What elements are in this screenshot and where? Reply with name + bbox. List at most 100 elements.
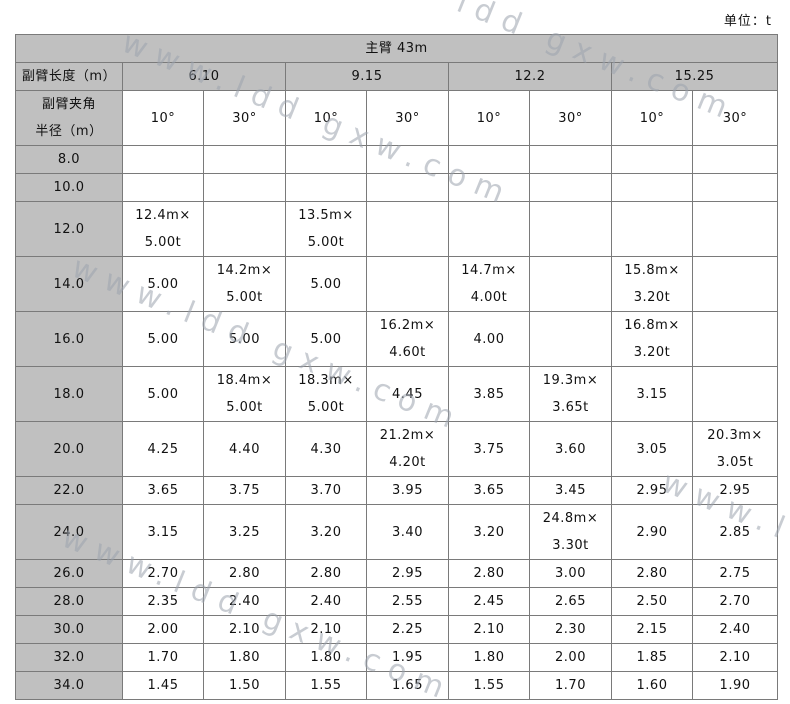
radius-cell: 30.0 bbox=[15, 615, 123, 644]
radius-cell: 20.0 bbox=[15, 421, 123, 477]
load-cell bbox=[122, 173, 204, 202]
load-cell: 2.95 bbox=[691, 476, 779, 505]
load-cell: 20.3m× 3.05t bbox=[691, 421, 779, 477]
load-cell: 1.55 bbox=[448, 671, 530, 700]
load-cell-line: 18.3m× bbox=[298, 373, 354, 388]
load-cell: 3.70 bbox=[285, 476, 367, 505]
load-cell: 15.8m× 3.20t bbox=[611, 256, 693, 312]
load-cell: 2.75 bbox=[691, 559, 779, 588]
radius-cell: 10.0 bbox=[15, 173, 123, 202]
load-cell: 1.95 bbox=[366, 643, 449, 672]
load-cell: 3.75 bbox=[203, 476, 286, 505]
angle-row: 副臂夹角 半径（m） 10° 30° 10° 30° 10° 30° 10° 3… bbox=[15, 90, 779, 146]
load-cell-line: 4.20t bbox=[389, 455, 426, 470]
load-cell: 13.5m× 5.00t bbox=[285, 201, 367, 257]
table-row: 34.0 1.45 1.50 1.55 1.65 1.55 1.70 1.60 1.90 bbox=[15, 671, 779, 700]
load-cell: 4.45 bbox=[366, 366, 449, 422]
load-cell bbox=[529, 145, 612, 174]
load-cell bbox=[691, 366, 779, 422]
load-cell: 19.3m× 3.65t bbox=[529, 366, 612, 422]
load-cell: 4.00 bbox=[448, 311, 530, 367]
load-cell-line: 5.00t bbox=[226, 400, 263, 415]
load-cell: 1.80 bbox=[448, 643, 530, 672]
table-row: 10.0 bbox=[15, 173, 779, 202]
load-cell: 5.00 bbox=[285, 256, 367, 312]
load-cell: 4.40 bbox=[203, 421, 286, 477]
load-cell: 1.55 bbox=[285, 671, 367, 700]
load-cell: 1.70 bbox=[529, 671, 612, 700]
load-cell: 1.65 bbox=[366, 671, 449, 700]
load-chart-table: 主臂 43m 副臂长度（m） 6.10 9.15 12.2 15.25 副臂夹角… bbox=[14, 34, 779, 700]
angle-cell: 30° bbox=[203, 90, 286, 146]
angle-cell: 10° bbox=[448, 90, 530, 146]
load-cell bbox=[203, 145, 286, 174]
radius-cell: 34.0 bbox=[15, 671, 123, 700]
load-cell: 16.2m× 4.60t bbox=[366, 311, 449, 367]
load-cell bbox=[691, 145, 779, 174]
load-cell-line: 4.60t bbox=[389, 345, 426, 360]
load-cell: 21.2m× 4.20t bbox=[366, 421, 449, 477]
radius-cell: 26.0 bbox=[15, 559, 123, 588]
load-cell bbox=[203, 173, 286, 202]
load-cell-line: 5.00t bbox=[226, 290, 263, 305]
table-row: 14.0 5.00 14.2m× 5.00t 5.00 14.7m× 4.00t 15.8m×… bbox=[15, 256, 779, 312]
jib-length-cell: 9.15 bbox=[285, 62, 449, 91]
load-cell bbox=[366, 173, 449, 202]
load-cell bbox=[448, 173, 530, 202]
load-cell-line: 16.8m× bbox=[624, 318, 680, 333]
load-cell bbox=[285, 173, 367, 202]
angle-cell: 10° bbox=[122, 90, 204, 146]
load-cell: 2.65 bbox=[529, 587, 612, 616]
load-cell bbox=[611, 145, 693, 174]
table-row: 22.0 3.65 3.75 3.70 3.95 3.65 3.45 2.95 2.95 bbox=[15, 476, 779, 505]
table-row: 26.0 2.70 2.80 2.80 2.95 2.80 3.00 2.80 2.75 bbox=[15, 559, 779, 588]
table-row: 16.0 5.00 5.00 5.00 16.2m× 4.60t 4.00 16.8m× 3.2… bbox=[15, 311, 779, 367]
load-cell bbox=[448, 145, 530, 174]
load-cell bbox=[529, 256, 612, 312]
load-cell bbox=[691, 173, 779, 202]
load-cell bbox=[203, 201, 286, 257]
load-cell: 3.20 bbox=[448, 504, 530, 560]
load-cell: 18.4m× 5.00t bbox=[203, 366, 286, 422]
load-cell: 2.80 bbox=[285, 559, 367, 588]
angle-radius-label: 副臂夹角 半径（m） bbox=[15, 90, 123, 146]
load-cell: 2.15 bbox=[611, 615, 693, 644]
jib-length-cell: 6.10 bbox=[122, 62, 286, 91]
load-cell bbox=[366, 145, 449, 174]
table-row: 24.0 3.15 3.25 3.20 3.40 3.20 24.8m× 3.30t 2.90 2… bbox=[15, 504, 779, 560]
angle-cell: 10° bbox=[611, 90, 693, 146]
radius-cell: 16.0 bbox=[15, 311, 123, 367]
table-row: 32.0 1.70 1.80 1.80 1.95 1.80 2.00 1.85 2.10 bbox=[15, 643, 779, 672]
load-cell-line: 14.7m× bbox=[461, 263, 517, 278]
load-cell: 2.30 bbox=[529, 615, 612, 644]
angle-label: 副臂夹角 bbox=[41, 97, 96, 112]
load-cell: 18.3m× 5.00t bbox=[285, 366, 367, 422]
load-cell bbox=[285, 145, 367, 174]
load-cell-line: 3.20t bbox=[633, 290, 671, 305]
load-cell bbox=[122, 145, 204, 174]
load-cell bbox=[611, 201, 693, 257]
main-boom-header: 主臂 43m bbox=[14, 34, 779, 63]
jib-length-row: 副臂长度（m） 6.10 9.15 12.2 15.25 bbox=[15, 62, 779, 91]
load-cell: 3.65 bbox=[448, 476, 530, 505]
table-row: 30.0 2.00 2.10 2.10 2.25 2.10 2.30 2.15 2.40 bbox=[15, 615, 779, 644]
load-cell: 2.95 bbox=[611, 476, 693, 505]
load-cell-line: 5.00t bbox=[144, 235, 182, 250]
load-cell: 14.7m× 4.00t bbox=[448, 256, 530, 312]
table-row: 12.0 12.4m× 5.00t 13.5m× 5.00t bbox=[15, 201, 779, 257]
load-cell-line: 14.2m× bbox=[216, 263, 273, 278]
load-cell bbox=[529, 311, 612, 367]
load-cell: 2.35 bbox=[122, 587, 204, 616]
load-cell-line: 20.3m× bbox=[707, 428, 763, 443]
load-cell: 3.20 bbox=[285, 504, 367, 560]
load-cell: 14.2m× 5.00t bbox=[203, 256, 286, 312]
load-cell-line: 3.20t bbox=[633, 345, 671, 360]
load-cell: 3.15 bbox=[122, 504, 204, 560]
radius-cell: 12.0 bbox=[15, 201, 123, 257]
load-cell-line: 15.8m× bbox=[624, 263, 680, 278]
load-cell: 2.80 bbox=[448, 559, 530, 588]
load-cell: 2.10 bbox=[448, 615, 530, 644]
table-body: 主臂 43m 副臂长度（m） 6.10 9.15 12.2 15.25 副臂夹角… bbox=[14, 34, 779, 700]
load-cell bbox=[611, 173, 693, 202]
load-cell-line: 19.3m× bbox=[542, 373, 599, 388]
